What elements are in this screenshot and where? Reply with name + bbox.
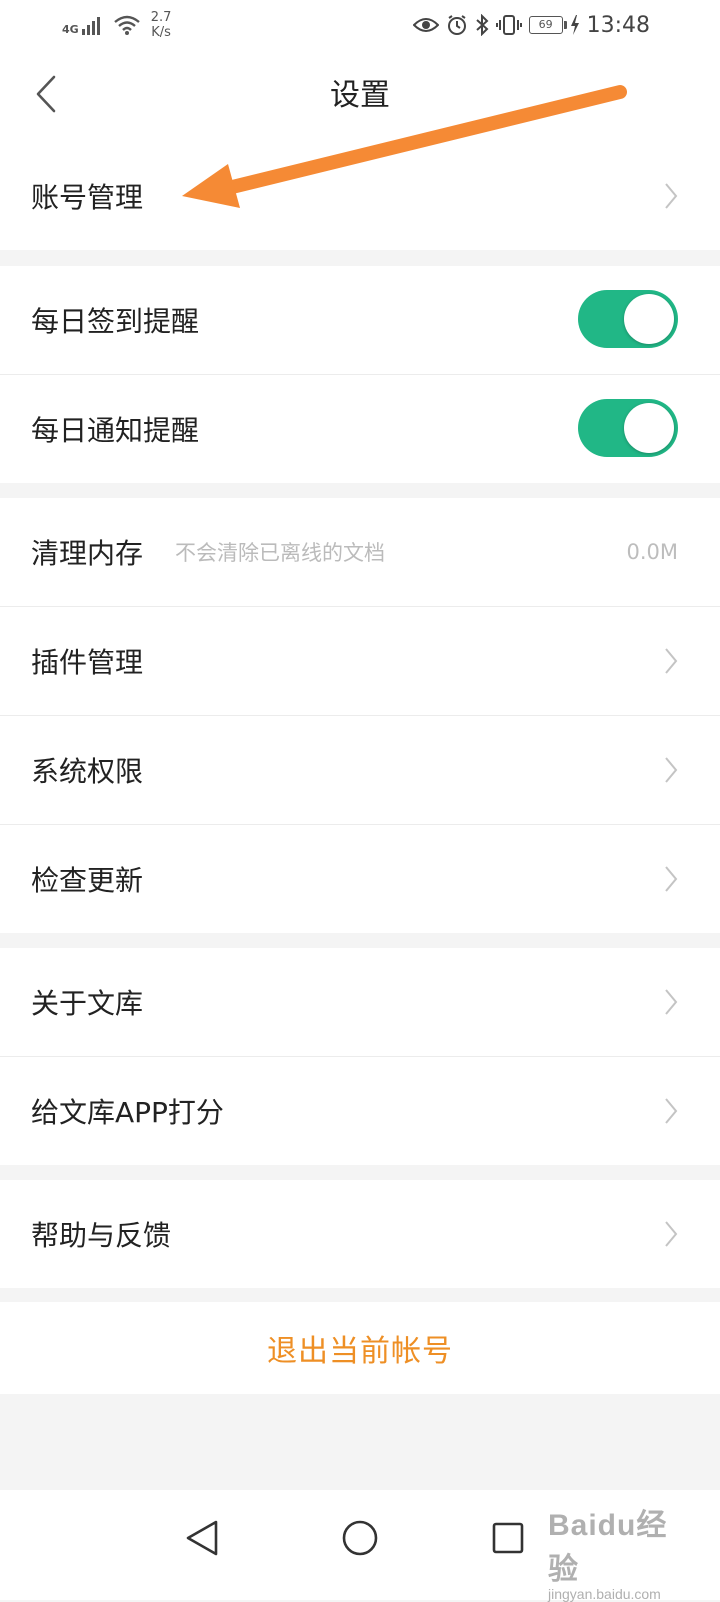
row-rate-app[interactable]: 给文库APP打分 bbox=[0, 1057, 720, 1165]
page-title: 设置 bbox=[330, 78, 390, 113]
back-button[interactable] bbox=[22, 70, 70, 118]
chevron-right-icon bbox=[665, 183, 678, 209]
cache-size-value: 0.0M bbox=[626, 540, 678, 564]
checkin-reminder-toggle[interactable] bbox=[578, 290, 678, 348]
network-type: 4G bbox=[62, 23, 79, 36]
system-navigation-bar bbox=[0, 1490, 720, 1600]
circle-home-icon bbox=[342, 1520, 378, 1556]
notification-reminder-toggle[interactable] bbox=[578, 399, 678, 457]
status-right: 69 13:48 bbox=[412, 8, 650, 42]
settings-group-help: 帮助与反馈 bbox=[0, 1180, 720, 1288]
row-system-permissions[interactable]: 系统权限 bbox=[0, 716, 720, 825]
row-label: 给文库APP打分 bbox=[31, 1096, 224, 1129]
chevron-right-icon bbox=[665, 757, 678, 783]
chevron-right-icon bbox=[665, 1221, 678, 1247]
nav-back-button[interactable] bbox=[172, 1508, 232, 1568]
row-subtitle: 不会清除已离线的文档 bbox=[175, 541, 385, 565]
bluetooth-icon bbox=[475, 14, 489, 36]
chevron-right-icon bbox=[665, 648, 678, 674]
row-about-library[interactable]: 关于文库 bbox=[0, 948, 720, 1057]
row-label: 帮助与反馈 bbox=[31, 1219, 172, 1252]
chevron-right-icon bbox=[665, 989, 678, 1015]
row-label: 检查更新 bbox=[31, 864, 144, 897]
row-label: 插件管理 bbox=[31, 646, 144, 679]
row-label: 账号管理 bbox=[31, 181, 144, 214]
header-bar: 设置 bbox=[0, 50, 720, 143]
status-left: 4G 2.7 K/s bbox=[62, 8, 171, 42]
status-bar: 4G 2.7 K/s 69 13:48 bbox=[0, 0, 720, 50]
toggle-knob bbox=[624, 294, 674, 344]
row-help-feedback[interactable]: 帮助与反馈 bbox=[0, 1180, 720, 1288]
row-plugin-management[interactable]: 插件管理 bbox=[0, 607, 720, 716]
row-label: 系统权限 bbox=[31, 755, 144, 788]
clock: 13:48 bbox=[586, 12, 650, 38]
alarm-icon bbox=[447, 15, 466, 35]
row-account-management[interactable]: 账号管理 bbox=[0, 142, 720, 250]
network-speed: 2.7 K/s bbox=[151, 10, 172, 40]
row-check-updates[interactable]: 检查更新 bbox=[0, 825, 720, 933]
triangle-back-icon bbox=[186, 1520, 218, 1556]
logout-button[interactable]: 退出当前帐号 bbox=[0, 1302, 720, 1394]
toggle-knob bbox=[624, 403, 674, 453]
charging-bolt-icon bbox=[570, 15, 579, 35]
logout-label: 退出当前帐号 bbox=[267, 1334, 453, 1369]
nav-recent-button[interactable] bbox=[478, 1508, 538, 1568]
row-daily-checkin-reminder: 每日签到提醒 bbox=[0, 266, 720, 375]
row-daily-notification-reminder: 每日通知提醒 bbox=[0, 375, 720, 483]
nav-home-button[interactable] bbox=[330, 1508, 390, 1568]
chevron-right-icon bbox=[665, 866, 678, 892]
speed-value: 2.7 bbox=[150, 10, 172, 25]
settings-group-system: 清理内存 不会清除已离线的文档 0.0M 插件管理 系统权限 检查更新 bbox=[0, 498, 720, 933]
row-label: 每日签到提醒 bbox=[31, 305, 200, 338]
row-label: 每日通知提醒 bbox=[31, 414, 200, 447]
battery-indicator: 69 bbox=[528, 16, 567, 34]
settings-group-about: 关于文库 给文库APP打分 bbox=[0, 948, 720, 1165]
square-recent-icon bbox=[492, 1522, 524, 1554]
vibrate-icon bbox=[495, 15, 522, 35]
eye-icon bbox=[412, 18, 439, 32]
wifi-icon bbox=[113, 15, 140, 35]
signal-bars-icon bbox=[81, 17, 100, 35]
settings-group-reminders: 每日签到提醒 每日通知提醒 bbox=[0, 266, 720, 483]
chevron-right-icon bbox=[665, 1098, 678, 1124]
row-label: 关于文库 bbox=[31, 987, 144, 1020]
settings-group-account: 账号管理 bbox=[0, 142, 720, 250]
row-label: 清理内存 bbox=[31, 537, 144, 570]
cellular-signal: 4G bbox=[62, 15, 103, 35]
chevron-left-icon bbox=[36, 75, 56, 113]
row-clear-cache[interactable]: 清理内存 不会清除已离线的文档 0.0M bbox=[0, 498, 720, 607]
speed-unit: K/s bbox=[151, 25, 171, 40]
